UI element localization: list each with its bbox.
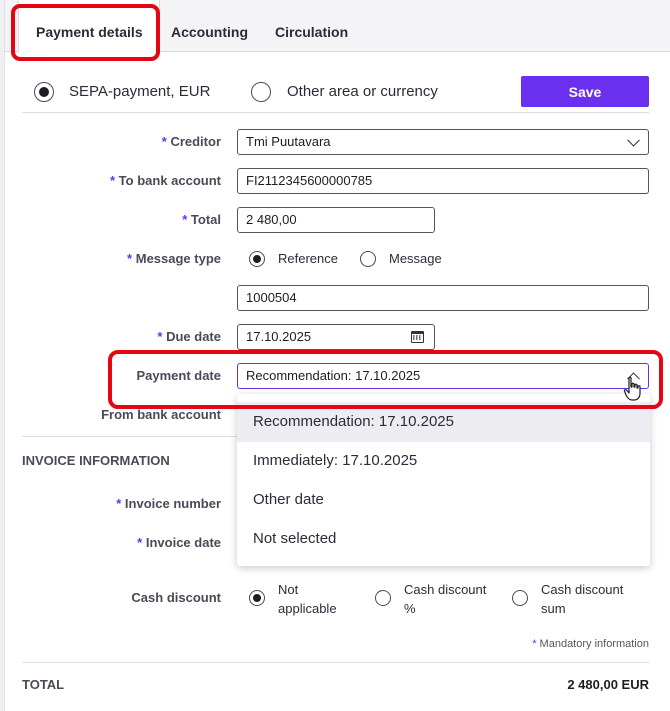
tab-payment-details[interactable]: Payment details: [18, 0, 160, 53]
total-row-label: TOTAL: [22, 677, 65, 692]
total-input[interactable]: 2 480,00: [237, 207, 435, 233]
dropdown-option-other-date[interactable]: Other date: [237, 480, 650, 520]
save-button[interactable]: Save: [521, 76, 649, 107]
radio-label-not-applicable: Not applicable: [278, 582, 337, 616]
message-type-label: * Message type: [127, 251, 221, 266]
radio-label-cash-discount-percent: Cash discount%: [404, 582, 487, 616]
due-date-value: 17.10.2025: [246, 329, 312, 344]
required-marker: *: [116, 496, 122, 511]
total-label: * Total: [182, 212, 221, 227]
calendar-icon[interactable]: [411, 331, 424, 343]
radio-cash-discount-percent[interactable]: [375, 590, 391, 606]
payment-date-label: Payment date: [136, 368, 221, 383]
tab-circulation[interactable]: Circulation: [275, 0, 348, 52]
radio-other-area-currency[interactable]: [251, 82, 271, 102]
divider-top: [22, 112, 649, 113]
required-marker: *: [109, 173, 116, 188]
creditor-value: Tmi Puutavara: [246, 134, 331, 149]
radio-label-other-area-currency: Other area or currency: [287, 83, 438, 100]
page-edge: [0, 0, 5, 711]
radio-label-sepa-payment: SEPA-payment, EUR: [69, 83, 211, 100]
radio-reference[interactable]: [249, 251, 265, 267]
required-marker: *: [532, 638, 537, 650]
radio-label-reference: Reference: [278, 251, 338, 266]
creditor-label: * Creditor: [161, 134, 221, 149]
tab-accounting[interactable]: Accounting: [171, 0, 248, 52]
required-marker: *: [157, 329, 163, 344]
from-bank-account-label: From bank account: [101, 407, 221, 422]
tab-bar: Payment details Accounting Circulation: [5, 0, 670, 53]
hand-cursor-icon: [623, 376, 641, 401]
creditor-select[interactable]: Tmi Puutavara: [237, 129, 649, 155]
invoice-date-label: * Invoice date: [137, 535, 221, 550]
due-date-input[interactable]: 17.10.2025: [237, 324, 435, 350]
payment-date-value: Recommendation: 17.10.2025: [246, 368, 421, 383]
mandatory-note: * Mandatory information: [532, 638, 649, 650]
dropdown-option-not-selected[interactable]: Not selected: [237, 519, 650, 559]
payment-date-select[interactable]: Recommendation: 17.10.2025: [237, 363, 649, 389]
to-bank-account-label: * To bank account: [109, 173, 221, 188]
divider-total: [22, 662, 649, 663]
required-marker: *: [182, 212, 188, 227]
required-marker: *: [161, 134, 167, 149]
dropdown-option-immediately[interactable]: Immediately: 17.10.2025: [237, 441, 650, 481]
required-marker: *: [127, 251, 133, 266]
invoice-information-title: INVOICE INFORMATION: [22, 453, 170, 468]
invoice-number-label: * Invoice number: [116, 496, 221, 511]
to-bank-account-input[interactable]: FI2112345600000785: [237, 168, 649, 194]
radio-label-message: Message: [389, 251, 442, 266]
required-marker: *: [137, 535, 143, 550]
radio-cash-discount-sum[interactable]: [512, 590, 528, 606]
radio-cash-discount-not-applicable[interactable]: [249, 590, 265, 606]
radio-sepa-payment[interactable]: [34, 82, 54, 102]
radio-message[interactable]: [360, 251, 376, 267]
reference-input[interactable]: 1000504: [237, 285, 649, 311]
radio-label-cash-discount-sum: Cash discount sum: [541, 582, 624, 616]
cash-discount-label: Cash discount: [131, 590, 221, 605]
payment-date-dropdown: Recommendation: 17.10.2025 Immediately: …: [237, 394, 650, 566]
chevron-down-icon: [627, 133, 640, 147]
total-row-value: 2 480,00 EUR: [567, 677, 649, 692]
dropdown-option-recommendation[interactable]: Recommendation: 17.10.2025: [237, 402, 650, 442]
due-date-label: * Due date: [157, 329, 221, 344]
